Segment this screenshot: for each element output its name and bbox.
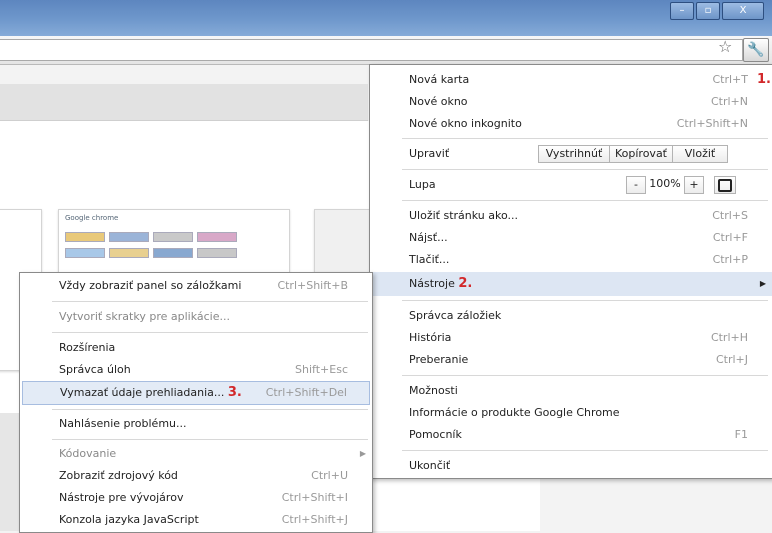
submenu-item-app-shortcuts[interactable]: Vytvoriť skratky pre aplikácie... (20, 306, 372, 328)
copy-button[interactable]: Kopírovať (609, 145, 673, 163)
window-controls: – ▫ X (670, 2, 764, 20)
menu-item-zoom: Lupa - 100% + (370, 174, 772, 196)
submenu-arrow-icon: ▶ (759, 279, 766, 288)
tools-submenu: Vždy zobraziť panel so záložkami Ctrl+Sh… (19, 272, 373, 533)
menu-item-options[interactable]: Možnosti (370, 380, 772, 402)
step-marker-1: 1. (757, 72, 771, 87)
submenu-item-dev-tools[interactable]: Nástroje pre vývojárov Ctrl+Shift+I (20, 487, 372, 509)
fullscreen-icon (718, 179, 732, 192)
menu-item-exit[interactable]: Ukončiť (370, 455, 772, 477)
minimize-button[interactable]: – (670, 2, 694, 20)
submenu-item-task-manager[interactable]: Správca úloh Shift+Esc (20, 359, 372, 381)
submenu-arrow-icon: ▶ (359, 449, 366, 458)
close-button[interactable]: X (722, 2, 764, 20)
zoom-level: 100% (649, 177, 681, 190)
paste-button[interactable]: Vložiť (672, 145, 728, 163)
step-marker-2: 2. (458, 276, 473, 291)
submenu-item-js-console[interactable]: Konzola jazyka JavaScript Ctrl+Shift+J (20, 509, 372, 531)
browser-toolbar: ☆ 🔧 (0, 36, 772, 65)
submenu-item-bookmarks-bar[interactable]: Vždy zobraziť panel so záložkami Ctrl+Sh… (20, 275, 372, 297)
menu-item-new-tab[interactable]: Nová karta Ctrl+T 1. (370, 69, 772, 91)
menu-item-downloads[interactable]: Preberanie Ctrl+J (370, 349, 772, 371)
menu-item-tools[interactable]: Nástroje 2. ▶ (370, 272, 772, 296)
cut-button[interactable]: Vystrihnúť (538, 145, 610, 163)
wrench-icon: 🔧 (747, 42, 765, 58)
star-icon[interactable]: ☆ (718, 38, 732, 56)
menu-item-bookmark-manager[interactable]: Správca záložiek (370, 305, 772, 327)
menu-item-new-window[interactable]: Nové okno Ctrl+N (370, 91, 772, 113)
menu-item-save-page[interactable]: Uložiť stránku ako... Ctrl+S (370, 205, 772, 227)
bookmark-bar-area (0, 84, 368, 121)
page-margin (0, 413, 20, 531)
submenu-item-report-issue[interactable]: Nahlásenie problému... (20, 413, 372, 435)
menu-item-history[interactable]: História Ctrl+H (370, 327, 772, 349)
fullscreen-button[interactable] (714, 176, 736, 194)
wrench-menu-button[interactable]: 🔧 (743, 38, 769, 62)
chrome-wrench-menu: Nová karta Ctrl+T 1. Nové okno Ctrl+N No… (369, 64, 772, 479)
menu-item-about[interactable]: Informácie o produkte Google Chrome (370, 402, 772, 424)
address-bar[interactable] (0, 39, 743, 61)
menu-item-edit: Upraviť Vystrihnúť Kopírovať Vložiť (370, 143, 772, 165)
zoom-out-button[interactable]: - (626, 176, 646, 194)
step-marker-3: 3. (227, 385, 242, 400)
submenu-item-view-source[interactable]: Zobraziť zdrojový kód Ctrl+U (20, 465, 372, 487)
submenu-item-encoding[interactable]: Kódovanie ▶ (20, 443, 372, 465)
menu-item-print[interactable]: Tlačiť... Ctrl+P (370, 249, 772, 271)
submenu-item-clear-browsing-data[interactable]: Vymazať údaje prehliadania... 3. Ctrl+Sh… (22, 381, 370, 405)
menu-item-incognito[interactable]: Nové okno inkognito Ctrl+Shift+N (370, 113, 772, 135)
menu-item-help[interactable]: Pomocník F1 (370, 424, 772, 446)
submenu-item-extensions[interactable]: Rozšírenia (20, 337, 372, 359)
zoom-in-button[interactable]: + (684, 176, 704, 194)
window-title-bar: – ▫ X (0, 0, 772, 36)
restore-button[interactable]: ▫ (696, 2, 720, 20)
thumbnail-title: Google chrome (65, 214, 119, 222)
menu-item-find[interactable]: Nájsť... Ctrl+F (370, 227, 772, 249)
